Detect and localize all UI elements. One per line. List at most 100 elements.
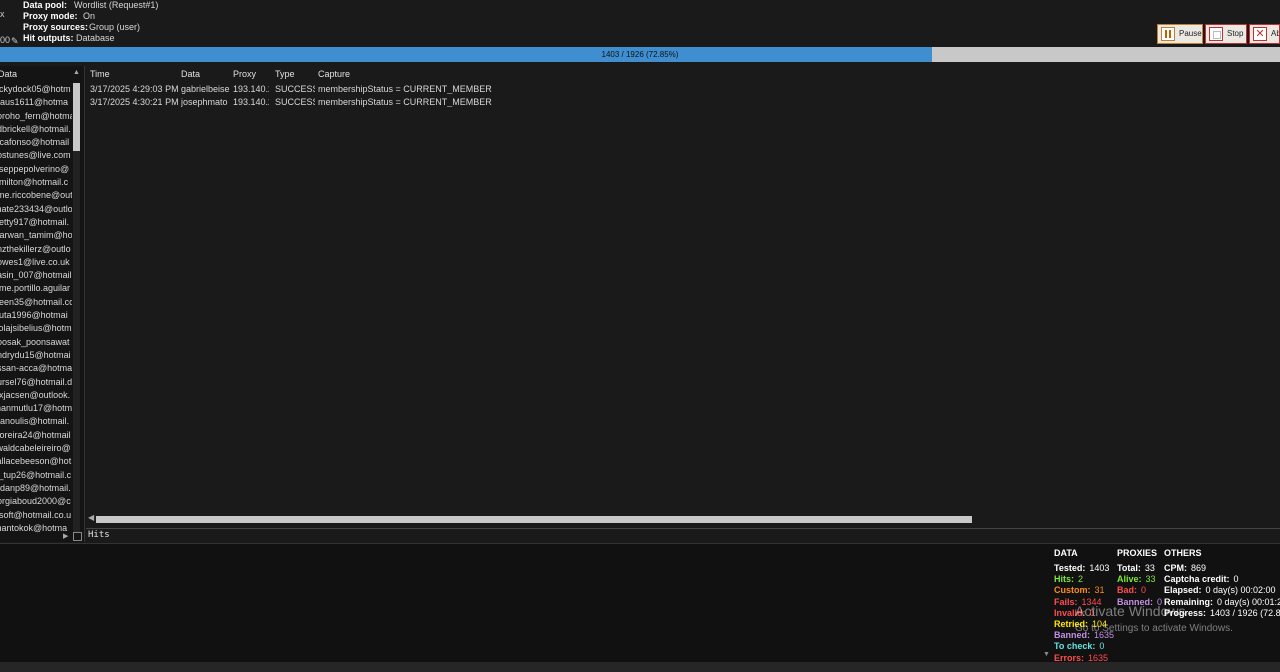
sort-up-icon[interactable]: ▲ (73, 69, 80, 76)
stop-button[interactable]: Stop (1205, 24, 1247, 44)
list-item[interactable]: oleen35@hotmail.co (0, 296, 72, 309)
stats-panel: DATA Tested: 1403 Hits: 2 Custom: 31 Fails: 134… (0, 543, 1280, 663)
list-item[interactable]: andrydu15@hotmai (0, 349, 72, 362)
abort-label: Abo (1271, 29, 1279, 38)
list-item[interactable]: imate233434@outlo (0, 203, 72, 216)
data-pool-value: Wordlist (Request#1) (74, 0, 159, 10)
progress-bar: 1403 / 1926 (72.85%) (0, 47, 1280, 62)
list-item[interactable]: nickydock05@hotm (0, 83, 72, 96)
list-item[interactable]: lihanmutlu17@hotm (0, 402, 72, 415)
abort-button[interactable]: ✕ Abo (1249, 24, 1280, 44)
hit-outputs-value: Database (76, 33, 115, 43)
list-item[interactable]: swaldcabeleireiro@ (0, 442, 72, 455)
list-item[interactable]: nisoft@hotmail.co.u (0, 509, 72, 522)
stat-label: Hits: (1054, 574, 1074, 585)
left-fragment-2: 00 (0, 35, 11, 45)
col-type[interactable]: Type (275, 69, 295, 79)
stat-label: Alive: (1117, 574, 1142, 585)
list-item[interactable]: vallacebeeson@hot (0, 455, 72, 468)
list-item[interactable]: ikolajsibelius@hotm (0, 322, 72, 335)
status-bar (0, 662, 1280, 672)
abort-icon: ✕ (1253, 27, 1267, 41)
list-item[interactable]: ndbrickell@hotmail. (0, 123, 72, 136)
list-item[interactable]: eranoulis@hotmail. (0, 415, 72, 428)
list-item[interactable]: assan-acca@hotma (0, 362, 72, 375)
proxy-mode-label: Proxy mode: (23, 11, 78, 21)
table-row[interactable]: 3/17/2025 4:30:21 PM josephmato 193.140.… (86, 97, 1280, 110)
stat-value: 0 day(s) 00:01:23 (1217, 596, 1280, 607)
list-item[interactable]: enzthekillerz@outlo (0, 243, 72, 256)
list-item[interactable]: mcafonso@hotmail (0, 136, 72, 149)
col-capture[interactable]: Capture (318, 69, 350, 79)
data-pool-label: Data pool: (23, 0, 67, 10)
list-item[interactable]: moreira24@hotmail (0, 429, 72, 442)
hits-horizontal-scrollbar[interactable]: ◀ (86, 512, 1280, 525)
list-item[interactable]: aime.portillo.aguilar (0, 282, 72, 295)
stats-data-header: DATA (1054, 548, 1078, 558)
stat-row-data: Tested: 1403 (1054, 563, 1109, 573)
col-time[interactable]: Time (90, 69, 110, 79)
collapse-down-icon[interactable]: ▼ (1043, 651, 1050, 658)
col-data[interactable]: Data (181, 69, 200, 79)
cell-capture: membershipStatus = CURRENT_MEMBER (318, 84, 492, 94)
scroll-right-icon[interactable]: ▶ (63, 532, 68, 540)
list-item[interactable]: nme.riccobene@outl (0, 189, 72, 202)
list-item[interactable]: lexjacsen@outlook. (0, 389, 72, 402)
stat-value: 2 (1078, 574, 1084, 585)
stop-label: Stop (1227, 29, 1244, 38)
hit-outputs-row: Hit outputs: Database (23, 33, 115, 44)
list-item[interactable]: nasin_007@hotmail. (0, 269, 72, 282)
proxy-sources-value: Group (user) (89, 22, 141, 32)
cell-proxy: 193.140.2 (233, 84, 269, 94)
list-item[interactable]: ordanp89@hotmail. (0, 482, 72, 495)
pause-icon (1161, 27, 1175, 41)
stat-row-proxies: Alive: 33 (1117, 574, 1156, 584)
stop-icon (1209, 27, 1223, 41)
col-proxy[interactable]: Proxy (233, 69, 256, 79)
stat-label: Total: (1117, 563, 1141, 573)
list-item[interactable]: dostunes@live.com (0, 149, 72, 162)
list-item[interactable]: eorgiaboud2000@c (0, 495, 72, 508)
stat-row-data: Custom: 31 (1054, 585, 1105, 595)
hits-scroll-thumb[interactable] (96, 516, 972, 523)
list-item[interactable]: yhantokok@hotma (0, 522, 72, 535)
table-row[interactable]: 3/17/2025 4:29:03 PM gabrielbeise 193.14… (86, 84, 1280, 97)
scroll-left-icon[interactable]: ◀ (88, 513, 94, 522)
list-item[interactable]: aietty917@hotmail. (0, 216, 72, 229)
pencil-icon[interactable]: ✎ (11, 36, 19, 47)
proxy-sources-row: Proxy sources:Group (user) (23, 22, 140, 33)
stat-value: 33 (1144, 563, 1155, 573)
data-list-panel: Data ▲ nickydock05@hotmrdaus1611@hotmano… (0, 66, 85, 542)
list-item[interactable]: iuseppepolverino@ (0, 163, 72, 176)
cell-capture: membershipStatus = CURRENT_MEMBER (318, 97, 492, 107)
stat-value: 1403 / 1926 (72.85%) (1210, 607, 1280, 618)
pause-button[interactable]: Pause (1157, 24, 1203, 44)
stat-row-others: CPM: 869 (1164, 563, 1206, 573)
output-tabbar: Hits (86, 528, 1280, 542)
list-item[interactable]: dowes1@live.co.uk (0, 256, 72, 269)
cell-time: 3/17/2025 4:30:21 PM (90, 97, 178, 107)
stats-proxies-header: PROXIES (1117, 548, 1158, 558)
list-item[interactable]: almilton@hotmail.c (0, 176, 72, 189)
list-item[interactable]: si_tup26@hotmail.c (0, 469, 72, 482)
tab-hits[interactable]: Hits (88, 530, 110, 540)
stat-row-proxies: Total: 33 (1117, 563, 1155, 573)
stat-row-data: Hits: 2 (1054, 574, 1083, 584)
stat-row-others: Captcha credit: 0 (1164, 574, 1239, 584)
cell-time: 3/17/2025 4:29:03 PM (90, 84, 178, 94)
data-column-header[interactable]: Data (0, 69, 17, 79)
list-item[interactable]: marwan_tamim@hot (0, 229, 72, 242)
list-item[interactable]: rdaus1611@hotma (0, 96, 72, 109)
list-item[interactable]: noroho_fern@hotma (0, 110, 72, 123)
list-item[interactable]: nursel76@hotmail.d (0, 376, 72, 389)
list-item[interactable]: lguta1996@hotmai (0, 309, 72, 322)
stat-label: To check: (1054, 641, 1096, 652)
stat-row-others: Elapsed: 0 day(s) 00:02:00 (1164, 585, 1276, 595)
stat-label: Fails: (1054, 596, 1078, 607)
job-config-panel: x 00 ✎ Data pool: Wordlist (Request#1) Pr… (0, 0, 1150, 46)
proxy-mode-value: On (83, 11, 96, 21)
data-list-scrollbar[interactable] (73, 83, 80, 533)
list-item[interactable]: hoosak_poonsawat (0, 336, 72, 349)
data-list: nickydock05@hotmrdaus1611@hotmanoroho_fe… (0, 83, 72, 535)
data-list-scroll-thumb[interactable] (73, 83, 80, 151)
